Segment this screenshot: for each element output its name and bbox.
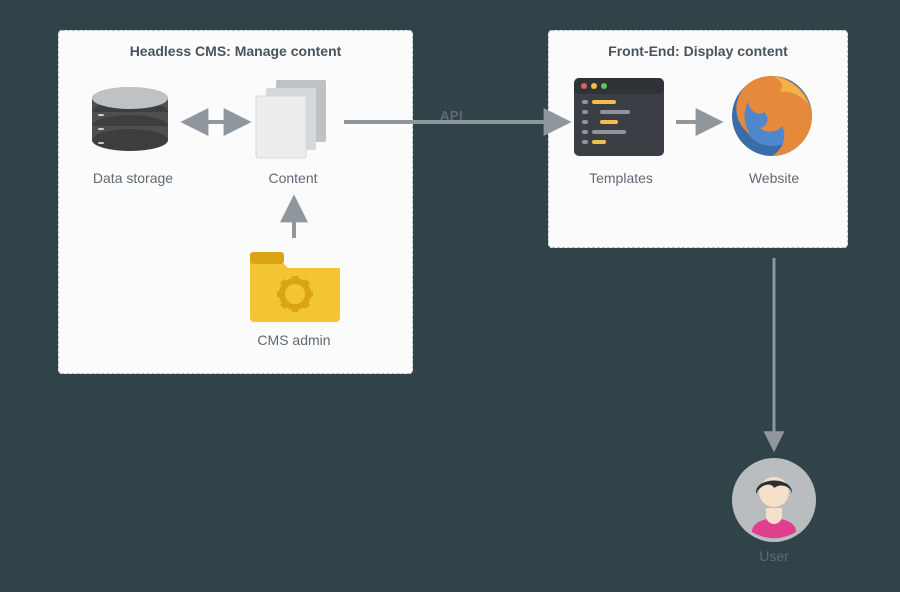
browser-icon [728, 72, 816, 160]
panel-headless-cms-title: Headless CMS: Manage content [59, 43, 412, 59]
templates-label: Templates [566, 170, 676, 186]
data-storage-label: Data storage [78, 170, 188, 186]
database-icon [88, 86, 172, 160]
cms-admin-label: CMS admin [244, 332, 344, 348]
panel-headless-cms: Headless CMS: Manage content [58, 30, 413, 374]
api-label: API [440, 108, 463, 123]
website-label: Website [724, 170, 824, 186]
user-label: User [724, 548, 824, 564]
folder-gear-icon [246, 246, 344, 324]
content-label: Content [248, 170, 338, 186]
panel-front-end-title: Front-End: Display content [549, 43, 847, 59]
user-avatar-icon [732, 458, 816, 542]
documents-icon [252, 78, 336, 164]
code-editor-icon [574, 78, 664, 156]
